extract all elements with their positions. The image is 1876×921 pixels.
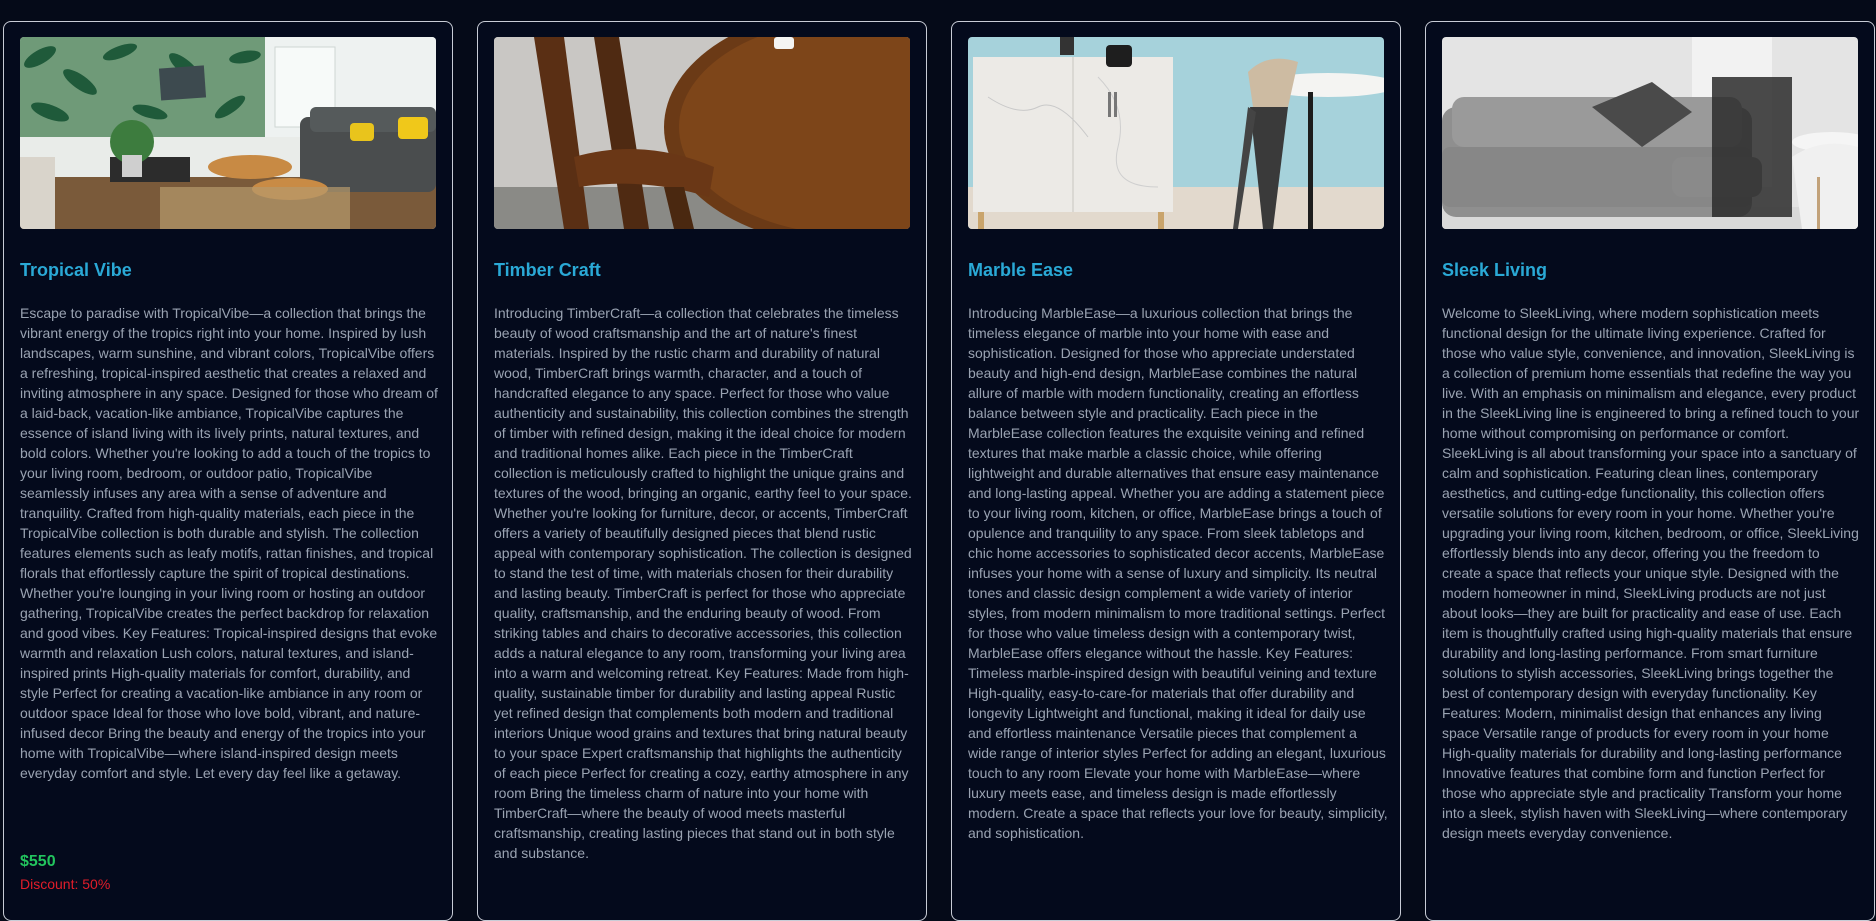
product-card-timber-craft[interactable]: Timber Craft Introducing TimberCraft—a c… — [477, 21, 927, 921]
wooden-chair-table-photo — [494, 37, 910, 229]
product-grid: Tropical Vibe Escape to paradise with Tr… — [0, 0, 1876, 921]
product-image[interactable] — [1442, 37, 1858, 229]
product-image[interactable] — [494, 37, 910, 229]
product-description: Escape to paradise with TropicalVibe—a c… — [20, 305, 438, 781]
marble-cabinet-stool-photo — [968, 37, 1384, 229]
product-description: Introducing MarbleEase—a luxurious colle… — [968, 305, 1388, 841]
product-title[interactable]: Marble Ease — [968, 258, 1073, 282]
product-title[interactable]: Timber Craft — [494, 258, 601, 282]
product-price: $550 — [20, 853, 56, 870]
grey-sofa-photo — [1442, 37, 1858, 229]
product-image[interactable] — [968, 37, 1384, 229]
product-discount: Discount: 50% — [20, 876, 111, 892]
product-image[interactable] — [20, 37, 436, 229]
tropical-living-room-photo — [20, 37, 436, 229]
product-card-marble-ease[interactable]: Marble Ease Introducing MarbleEase—a lux… — [951, 21, 1401, 921]
product-card-sleek-living[interactable]: Sleek Living Welcome to SleekLiving, whe… — [1425, 21, 1875, 921]
product-card-tropical-vibe[interactable]: Tropical Vibe Escape to paradise with Tr… — [3, 21, 453, 921]
product-title[interactable]: Tropical Vibe — [20, 258, 132, 282]
product-description: Welcome to SleekLiving, where modern sop… — [1442, 305, 1860, 841]
product-title[interactable]: Sleek Living — [1442, 258, 1547, 282]
product-description: Introducing TimberCraft—a collection tha… — [494, 305, 912, 861]
